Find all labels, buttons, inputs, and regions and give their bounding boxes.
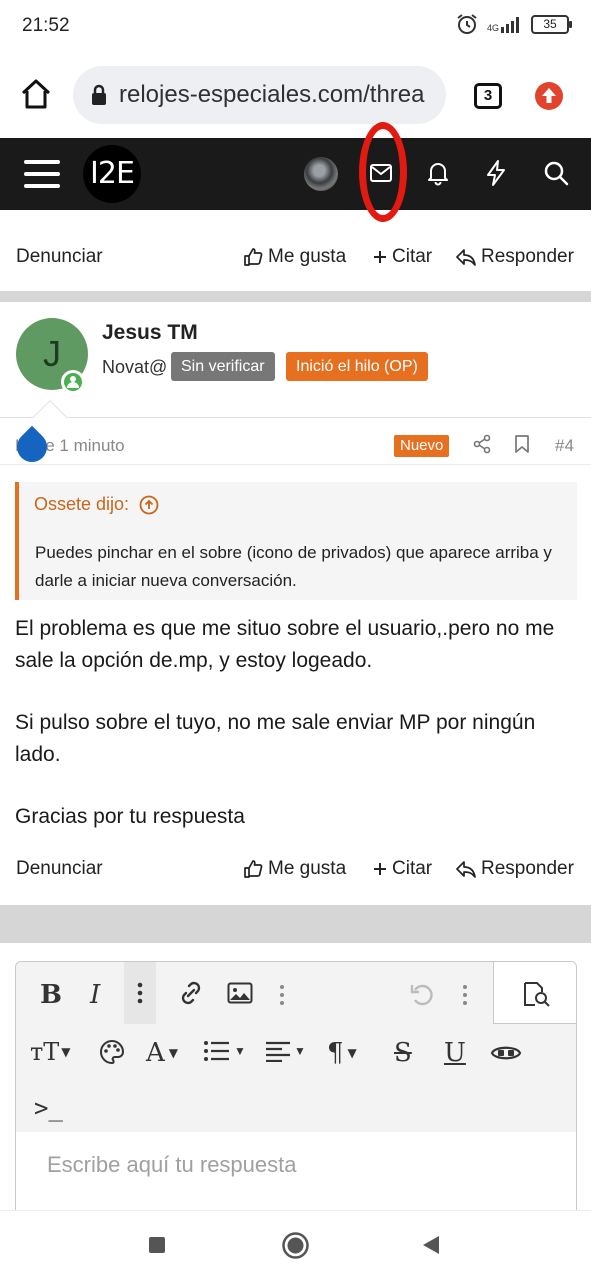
- home-icon[interactable]: [20, 78, 52, 110]
- highlight-circle: [359, 122, 407, 222]
- palette-icon[interactable]: [98, 1038, 126, 1066]
- post-paragraph: Gracias por tu respuesta: [15, 805, 245, 828]
- plus-icon: [374, 251, 386, 263]
- bold-button[interactable]: B: [40, 980, 62, 1010]
- reply-label: Responder: [481, 858, 574, 879]
- site-header: I2E: [0, 122, 591, 222]
- italic-button[interactable]: I: [90, 980, 100, 1010]
- quote-label: Citar: [392, 246, 433, 267]
- report-link[interactable]: Denunciar: [16, 246, 103, 268]
- signal-icon: [501, 17, 519, 33]
- battery-indicator: 35: [531, 14, 572, 34]
- op-badge: Inició el hilo (OP): [286, 352, 428, 381]
- post-paragraph: Si pulso sobre el tuyo, no me sale envia…: [15, 711, 536, 766]
- post-paragraph: El problema es que me situo sobre el usu…: [15, 617, 555, 672]
- preview-icon: [524, 982, 550, 1007]
- lock-icon: [92, 84, 106, 105]
- more-formatting-button[interactable]: [124, 962, 156, 1024]
- reply-icon: [456, 249, 476, 266]
- reply-icon: [456, 861, 476, 878]
- arrow-up-circle-icon: [139, 495, 159, 514]
- more-vertical-icon: [137, 982, 143, 1004]
- reply-button[interactable]: Responder: [456, 858, 574, 880]
- link-icon[interactable]: [177, 979, 205, 1007]
- network-type: 4G: [486, 23, 499, 33]
- quote-header[interactable]: Ossete dijo:: [34, 494, 159, 515]
- list-button[interactable]: ▼: [203, 1040, 246, 1062]
- post-actions: Denunciar Me gusta Citar Responder: [0, 850, 591, 890]
- online-status-icon: [61, 370, 85, 394]
- lightning-icon[interactable]: [485, 159, 507, 187]
- like-button[interactable]: Me gusta: [243, 858, 346, 880]
- image-icon[interactable]: [227, 981, 253, 1005]
- quote-text: Puedes pinchar en el sobre (icono de pri…: [35, 543, 552, 590]
- browser-toolbar: relojes-especiales.com/threa 3: [0, 54, 591, 138]
- paragraph-button[interactable]: ¶ ▼: [327, 1038, 357, 1068]
- more-vertical-icon[interactable]: [462, 984, 468, 1006]
- url-text: relojes-especiales.com/threa: [119, 81, 425, 108]
- underline-button[interactable]: U: [444, 1038, 466, 1068]
- post-separator: [0, 291, 591, 302]
- align-button[interactable]: ▼: [265, 1040, 306, 1062]
- bookmark-icon[interactable]: [514, 434, 530, 454]
- align-left-icon: [266, 1041, 290, 1062]
- spoiler-icon[interactable]: [490, 1044, 522, 1062]
- author-name[interactable]: Jesus TM: [102, 321, 198, 345]
- plus-icon: [374, 863, 386, 875]
- site-logo[interactable]: I2E: [83, 145, 141, 203]
- code-button[interactable]: >_: [34, 1094, 63, 1122]
- like-button[interactable]: Me gusta: [243, 246, 346, 268]
- more-vertical-icon[interactable]: [279, 984, 285, 1006]
- reply-editor: B I тT ▼ A ▼ ▼ ▼ ¶ ▼ S U >_ Escribe aquí tu…: [15, 961, 577, 1210]
- quote-button[interactable]: Citar: [373, 858, 432, 880]
- status-bar: 21:52 4G 35: [0, 0, 591, 54]
- thumbs-up-icon: [244, 860, 263, 878]
- undo-icon[interactable]: [409, 981, 435, 1007]
- alarm-icon: [457, 14, 477, 34]
- post-number[interactable]: #4: [555, 436, 574, 456]
- like-label: Me gusta: [268, 246, 347, 267]
- home-circle-icon[interactable]: [282, 1232, 309, 1259]
- thread-content: Denunciar Me gusta Citar Responder J Jes…: [0, 210, 591, 1210]
- back-icon[interactable]: [422, 1235, 440, 1255]
- new-badge: Nuevo: [394, 435, 450, 457]
- recents-icon[interactable]: [148, 1236, 166, 1254]
- reply-label: Responder: [481, 246, 574, 267]
- reply-input[interactable]: Escribe aquí tu respuesta: [47, 1152, 296, 1178]
- android-nav-bar: [0, 1210, 591, 1280]
- report-link[interactable]: Denunciar: [16, 858, 103, 880]
- list-icon: [204, 1041, 229, 1061]
- share-icon[interactable]: [472, 434, 492, 454]
- preview-button[interactable]: [493, 962, 576, 1024]
- thumbs-up-icon: [244, 248, 263, 266]
- author-title: Novat@: [102, 357, 168, 377]
- font-family-button[interactable]: A ▼: [146, 1038, 178, 1068]
- like-label: Me gusta: [268, 858, 347, 879]
- previous-post-actions: Denunciar Me gusta Citar Responder: [0, 238, 591, 278]
- status-icons: 4G 35: [455, 12, 572, 36]
- reply-separator: [0, 905, 591, 943]
- reply-button[interactable]: Responder: [456, 246, 574, 268]
- address-bar[interactable]: relojes-especiales.com/threa: [73, 66, 446, 124]
- menu-icon[interactable]: [24, 158, 60, 190]
- quote-label: Citar: [392, 858, 433, 879]
- network-indicator: 4G: [487, 15, 523, 33]
- quote-button[interactable]: Citar: [373, 246, 432, 268]
- font-size-button[interactable]: тT ▼: [30, 1038, 71, 1066]
- unverified-badge: Sin verificar: [171, 352, 275, 381]
- search-icon[interactable]: [543, 160, 569, 186]
- user-avatar-thumb[interactable]: [304, 157, 338, 191]
- quote-author: Ossete dijo:: [34, 494, 130, 514]
- upload-icon[interactable]: [534, 81, 564, 111]
- tab-switcher-button[interactable]: 3: [474, 83, 502, 109]
- bell-icon[interactable]: [426, 160, 450, 186]
- status-clock: 21:52: [22, 15, 70, 36]
- strikethrough-button[interactable]: S: [394, 1038, 412, 1068]
